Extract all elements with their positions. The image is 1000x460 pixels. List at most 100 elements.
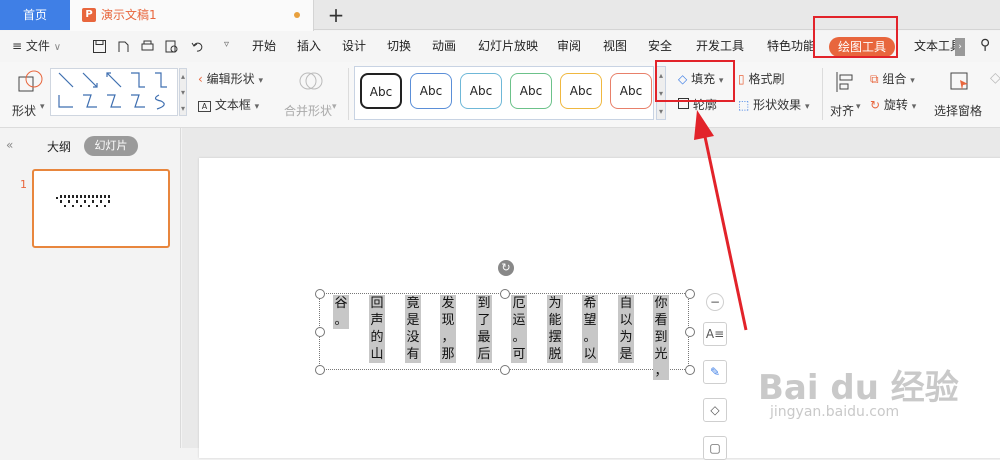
watermark-url: jingyan.baidu.com [770,404,900,420]
chevron-down-icon: ∨ [53,42,62,53]
edit-shape-icon: ‹ [198,72,203,86]
line-gallery[interactable] [50,68,178,116]
selection-pane-button[interactable]: 选择窗格 [934,66,986,124]
chevron-down-icon: ▾ [332,102,337,112]
rotate-label: 旋转 [883,98,908,112]
menu-animation[interactable]: 动画 [432,31,456,62]
rotate-handle-icon[interactable]: ↻ [498,260,514,276]
shape-style-1[interactable]: Abc [360,73,402,109]
shape-style-3[interactable]: Abc [460,73,502,109]
resize-handle[interactable] [315,327,325,337]
collapse-toolbar-icon[interactable]: − [706,293,724,311]
menu-start[interactable]: 开始 [252,31,276,62]
resize-handle[interactable] [500,365,510,375]
pen-icon[interactable]: ✎ [703,360,727,384]
rotate-button[interactable]: ↻ 旋转 ▾ [870,96,916,113]
edit-shape-label: 编辑形状 [206,72,255,86]
file-menu-label: 文件 [25,39,50,53]
new-tab-button[interactable]: + [326,3,346,27]
align-button[interactable]: 对齐 ▾ [830,66,864,124]
print-preview-icon[interactable] [164,39,179,54]
more-icon: ◇ [990,70,1000,86]
thumbnail-text-preview [56,195,110,207]
tab-slides[interactable]: 幻灯片 [84,136,138,156]
dropdown-icon[interactable]: ▿ [224,39,239,54]
resize-handle[interactable] [685,289,695,299]
align-icon [836,72,853,92]
shape-style-5[interactable]: Abc [560,73,602,109]
fill-icon[interactable]: ◇ [703,398,727,422]
highlight-fill-button [655,60,735,102]
undo-icon[interactable] [190,39,205,54]
resize-handle[interactable] [685,327,695,337]
tab-outline[interactable]: 大纲 [47,138,71,155]
format-painter-button[interactable]: ▯ 格式刷 [738,70,784,87]
line-gallery-scroll[interactable]: ▴ ▾ ▾ [179,68,187,116]
menu-special[interactable]: 特色功能 [767,31,815,62]
export-icon[interactable] [116,39,131,54]
print-icon[interactable] [140,39,155,54]
text-column: 回声的山 [369,295,385,363]
text-column: 厄运。可 [511,295,527,363]
chevron-down-icon: ▾ [911,102,917,112]
menu-developer[interactable]: 开发工具 [696,31,744,62]
menu-review[interactable]: 审阅 [557,31,581,62]
shape-label: 形状 [12,104,37,118]
resize-handle[interactable] [315,289,325,299]
collapse-pane-icon[interactable]: « [6,138,13,152]
slide-number: 1 [20,178,27,191]
vertical-text-box[interactable]: ↻ 你看到光， 自以为是 希望。以 为能摆脱 厄运。可 到了最后 发现，那 竟是… [315,260,695,380]
text-box-button[interactable]: A 文本框 ▾ [198,96,259,113]
menu-view[interactable]: 视图 [603,31,627,62]
resize-handle[interactable] [315,365,325,375]
tab-document[interactable]: P 演示文稿1 [70,0,314,31]
shape-style-2[interactable]: Abc [410,73,452,109]
selection-pane-icon [950,72,968,90]
chevron-down-icon: ▾ [910,76,915,86]
separator [348,68,349,120]
edit-shape-button[interactable]: ‹ 编辑形状 ▾ [198,70,263,87]
format-painter-icon: ▯ [738,72,745,86]
document-title: 演示文稿1 [101,8,157,22]
menu-insert[interactable]: 插入 [297,31,321,62]
search-icon[interactable]: ⚲ [980,37,990,53]
merge-shape-icon [299,72,323,90]
slide-thumbnail[interactable] [32,169,170,248]
text-column: 发现，那 [440,295,456,363]
selection-pane-label: 选择窗格 [934,104,983,118]
watermark: Bai du 经验 [758,368,959,408]
chevron-down-icon: ▾ [254,102,260,112]
file-menu[interactable]: ≡ 文件 ∨ [12,31,61,62]
text-box-icon: A [198,101,211,112]
resize-handle[interactable] [685,365,695,375]
text-column: 谷。 [333,295,349,329]
scroll-right-icon[interactable]: › [955,38,965,56]
text-column: 希望。以 [582,295,598,363]
shape-style-6[interactable]: Abc [610,73,652,109]
text-box-label: 文本框 [214,98,251,112]
chevron-down-icon: ▾ [258,76,264,86]
resize-handle[interactable] [500,289,510,299]
text-style-icon[interactable]: A≡ [703,322,727,346]
highlight-drawing-tools [813,16,898,58]
menu-transition[interactable]: 切换 [387,31,411,62]
text-column: 自以为是 [618,295,634,363]
menu-security[interactable]: 安全 [648,31,672,62]
separator [822,68,823,120]
outline-icon[interactable]: ▢ [703,436,727,460]
shape-effects-button[interactable]: ⬚ 形状效果 ▾ [738,96,810,113]
menu-design[interactable]: 设计 [342,31,366,62]
shape-effects-icon: ⬚ [738,98,750,112]
save-icon[interactable] [92,39,107,54]
unsaved-dot-icon [294,12,300,18]
shape-style-4[interactable]: Abc [510,73,552,109]
shape-style-gallery[interactable]: Abc Abc Abc Abc Abc Abc [354,66,654,120]
chevron-down-icon: ▾ [856,102,861,112]
shape-button[interactable]: 形状 ▾ [12,66,48,124]
tab-home[interactable]: 首页 [0,0,70,30]
rotate-icon: ↻ [870,98,881,112]
merge-shape-button[interactable]: 合并形状 ▾ [282,66,342,124]
menu-slideshow[interactable]: 幻灯片放映 [478,31,538,62]
shape-icon [18,70,43,92]
group-button[interactable]: ⧉ 组合 ▾ [870,70,915,87]
